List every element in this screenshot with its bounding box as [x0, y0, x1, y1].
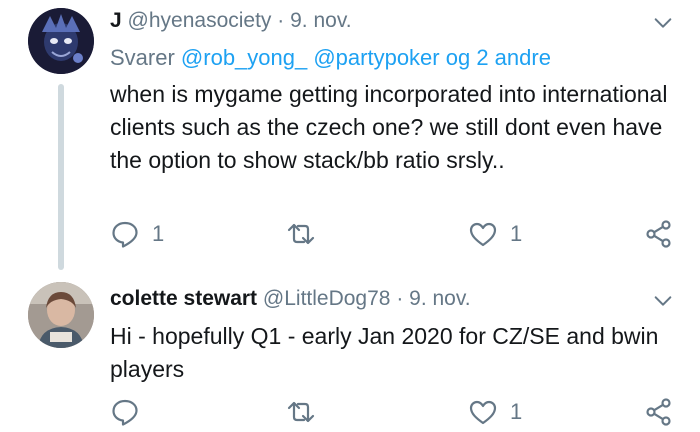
- separator: ·: [277, 9, 285, 32]
- like-icon: [469, 222, 497, 247]
- replying-to-others[interactable]: og 2 andre: [446, 45, 551, 70]
- reply-button[interactable]: 1: [110, 214, 164, 254]
- retweet-button[interactable]: [286, 392, 328, 432]
- separator: ·: [396, 287, 404, 310]
- share-icon: [646, 398, 671, 426]
- tweet-header: J @hyenasociety · 9. nov.: [110, 8, 352, 34]
- like-button[interactable]: 1: [468, 214, 522, 254]
- retweet-button[interactable]: [286, 214, 328, 254]
- replying-to-mentions[interactable]: @rob_yong_ @partypoker: [181, 45, 440, 70]
- tweet-date[interactable]: 9. nov.: [409, 287, 470, 310]
- share-button[interactable]: [644, 392, 674, 432]
- tweet-text: when is mygame getting incorporated into…: [110, 81, 668, 173]
- retweet-icon: [287, 401, 315, 423]
- display-name[interactable]: J: [110, 9, 122, 32]
- tweet-text: Hi - hopefully Q1 - early Jan 2020 for C…: [110, 323, 659, 382]
- tweet-header: colette stewart @LittleDog78 · 9. nov.: [110, 286, 471, 312]
- replying-to: Svarer @rob_yong_ @partypoker og 2 andre: [110, 44, 551, 72]
- share-button[interactable]: [644, 214, 674, 254]
- tweet-date[interactable]: 9. nov.: [290, 9, 351, 32]
- share-icon: [646, 220, 671, 248]
- retweet-icon: [287, 223, 315, 245]
- reply-button[interactable]: [110, 392, 152, 432]
- reply-icon: [112, 399, 138, 426]
- tweet[interactable]: J @hyenasociety · 9. nov. Svarer @rob_yo…: [0, 0, 700, 270]
- user-handle[interactable]: @LittleDog78: [263, 287, 391, 310]
- like-count: 1: [510, 221, 523, 246]
- chevron-down-icon[interactable]: [652, 290, 674, 312]
- replying-to-label: Svarer: [110, 45, 175, 70]
- user-handle[interactable]: @hyenasociety: [128, 9, 272, 32]
- avatar[interactable]: [28, 282, 94, 348]
- tweet-actions: 1 1: [0, 214, 700, 254]
- reply-count: 1: [152, 221, 165, 246]
- tweet-actions: 1: [0, 392, 700, 432]
- like-button[interactable]: 1: [468, 392, 522, 432]
- display-name[interactable]: colette stewart: [110, 287, 257, 310]
- like-icon: [469, 400, 497, 425]
- avatar[interactable]: [28, 8, 94, 74]
- like-count: 1: [510, 399, 523, 424]
- chevron-down-icon[interactable]: [652, 12, 674, 34]
- reply-icon: [112, 221, 138, 248]
